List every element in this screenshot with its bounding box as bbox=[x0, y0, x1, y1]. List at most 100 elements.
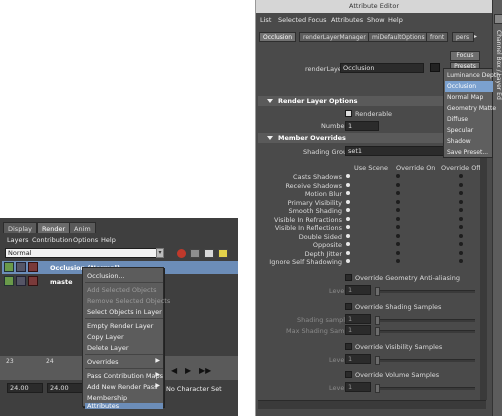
override-off-radio[interactable] bbox=[459, 250, 463, 255]
visibility-level-slider[interactable] bbox=[375, 356, 475, 365]
use-scene-radio[interactable] bbox=[346, 225, 350, 229]
recycle-icon[interactable] bbox=[16, 262, 26, 272]
use-scene-radio[interactable] bbox=[346, 250, 350, 255]
slider-handle[interactable] bbox=[375, 316, 380, 325]
visibility-level-field[interactable]: 1 bbox=[345, 354, 371, 364]
use-scene-radio[interactable] bbox=[346, 259, 350, 263]
override-off-radio[interactable] bbox=[459, 182, 463, 187]
override-shading-samples-checkbox[interactable] bbox=[345, 303, 352, 310]
new-layer-icon[interactable] bbox=[190, 249, 200, 258]
override-on-radio[interactable] bbox=[396, 174, 400, 178]
tab-occlusion[interactable]: Occlusion bbox=[259, 32, 297, 42]
tab-display[interactable]: Display bbox=[3, 222, 37, 233]
preset-save[interactable]: Save Preset... bbox=[445, 147, 493, 158]
step-forward-icon[interactable]: ▶▶ bbox=[199, 366, 211, 375]
ae-menu-focus[interactable]: Focus bbox=[308, 16, 327, 24]
override-visibility-samples-checkbox[interactable] bbox=[345, 343, 352, 350]
menu-item-add-new-render-pass[interactable]: Add New Render Pass ▶ bbox=[85, 381, 163, 392]
override-off-radio[interactable] bbox=[459, 174, 463, 178]
character-set-label[interactable]: No Character Set bbox=[166, 385, 222, 393]
sparkle-icon[interactable] bbox=[218, 249, 228, 258]
preset-specular[interactable]: Specular bbox=[445, 125, 493, 136]
override-on-radio[interactable] bbox=[396, 208, 400, 212]
menu-help[interactable]: Help bbox=[101, 236, 116, 244]
tab-mi-default-options[interactable]: miDefaultOptions bbox=[368, 32, 429, 42]
preset-geometry-matte[interactable]: Geometry Matte bbox=[445, 103, 496, 114]
number-field[interactable]: 1 bbox=[345, 121, 379, 131]
override-volume-samples-checkbox[interactable] bbox=[345, 371, 352, 378]
override-off-radio[interactable] bbox=[459, 208, 463, 212]
tab-render[interactable]: Render bbox=[37, 222, 71, 233]
focus-button[interactable]: Focus bbox=[450, 51, 480, 61]
tab-pers[interactable]: pers bbox=[452, 32, 474, 42]
renderable-checkbox[interactable] bbox=[345, 110, 352, 117]
level-field[interactable]: 1 bbox=[345, 285, 371, 295]
ae-menu-help[interactable]: Help bbox=[388, 16, 403, 24]
use-scene-radio[interactable] bbox=[346, 242, 350, 246]
slider-handle[interactable] bbox=[375, 287, 380, 296]
menu-item-occlusion[interactable]: Occlusion... bbox=[85, 270, 163, 281]
settings-icon[interactable] bbox=[28, 276, 38, 286]
slider-handle[interactable] bbox=[375, 327, 380, 336]
settings-icon[interactable] bbox=[28, 262, 38, 272]
chevron-right-icon[interactable]: ▸ bbox=[474, 33, 477, 40]
max-shading-samples-field[interactable]: 1 bbox=[345, 325, 371, 335]
menu-item-overrides[interactable]: Overrides ▶ bbox=[85, 356, 163, 367]
ae-menu-selected[interactable]: Selected bbox=[278, 16, 306, 24]
volume-level-slider[interactable] bbox=[375, 384, 475, 393]
render-layer-name-field[interactable]: Occlusion bbox=[340, 63, 424, 73]
override-off-radio[interactable] bbox=[459, 191, 463, 195]
slider-handle[interactable] bbox=[375, 356, 380, 365]
shading-samples-slider[interactable] bbox=[375, 316, 475, 325]
menu-layers[interactable]: Layers bbox=[7, 236, 29, 244]
use-scene-radio[interactable] bbox=[346, 216, 350, 221]
shading-samples-field[interactable]: 1 bbox=[345, 314, 371, 324]
preset-diffuse[interactable]: Diffuse bbox=[445, 114, 493, 125]
step-back-icon[interactable]: ◀ bbox=[171, 366, 177, 375]
end-time-field[interactable]: 24.00 bbox=[47, 383, 83, 393]
ae-menu-list[interactable]: List bbox=[260, 16, 271, 24]
level-slider[interactable] bbox=[375, 287, 475, 296]
play-icon[interactable]: ▶ bbox=[185, 366, 191, 375]
max-shading-samples-slider[interactable] bbox=[375, 327, 475, 336]
menu-item-attributes[interactable]: Attributes bbox=[85, 403, 163, 409]
use-scene-radio[interactable] bbox=[346, 191, 350, 195]
override-on-radio[interactable] bbox=[396, 216, 400, 221]
override-off-radio[interactable] bbox=[459, 242, 463, 246]
override-off-radio[interactable] bbox=[459, 233, 463, 238]
override-off-radio[interactable] bbox=[459, 259, 463, 263]
menu-options[interactable]: Options bbox=[73, 236, 98, 244]
menu-item-copy-layer[interactable]: Copy Layer bbox=[85, 331, 163, 342]
horizontal-scrollbar[interactable] bbox=[258, 400, 486, 409]
new-layer-selected-icon[interactable] bbox=[204, 249, 214, 258]
override-on-radio[interactable] bbox=[396, 182, 400, 187]
blend-mode-select[interactable]: Normal bbox=[5, 248, 163, 258]
tab-render-layer-manager[interactable]: renderLayerManager bbox=[299, 32, 370, 42]
preset-shadow[interactable]: Shadow bbox=[445, 136, 493, 147]
use-scene-radio[interactable] bbox=[346, 199, 350, 204]
override-on-radio[interactable] bbox=[396, 250, 400, 255]
override-on-radio[interactable] bbox=[396, 225, 400, 229]
preset-luminance-depth[interactable]: Luminance Depth bbox=[445, 70, 500, 81]
ae-menu-attributes[interactable]: Attributes bbox=[331, 16, 363, 24]
menu-item-pass-contribution-maps[interactable]: Pass Contribution Maps ▶ bbox=[85, 370, 163, 381]
override-geo-aa-checkbox[interactable] bbox=[345, 274, 352, 281]
menu-item-delete-layer[interactable]: Delete Layer bbox=[85, 342, 163, 353]
close-icon[interactable] bbox=[494, 14, 502, 24]
menu-item-remove-selected[interactable]: Remove Selected Objects bbox=[85, 295, 170, 306]
override-on-radio[interactable] bbox=[396, 233, 400, 238]
recycle-icon[interactable] bbox=[16, 276, 26, 286]
renderable-icon[interactable] bbox=[4, 262, 14, 272]
override-off-radio[interactable] bbox=[459, 216, 463, 221]
channel-box-strip[interactable]: Channel Box / Layer Ed bbox=[492, 0, 502, 416]
override-on-radio[interactable] bbox=[396, 259, 400, 263]
renderable-icon[interactable] bbox=[4, 276, 14, 286]
menu-item-select-objects[interactable]: Select Objects in Layer bbox=[85, 306, 163, 317]
override-on-radio[interactable] bbox=[396, 199, 400, 204]
use-scene-radio[interactable] bbox=[346, 182, 350, 187]
tab-anim[interactable]: Anim bbox=[69, 222, 96, 233]
override-off-radio[interactable] bbox=[459, 199, 463, 204]
render-layer-icon[interactable] bbox=[177, 249, 186, 258]
menu-contribution[interactable]: Contribution bbox=[32, 236, 72, 244]
override-on-radio[interactable] bbox=[396, 242, 400, 246]
